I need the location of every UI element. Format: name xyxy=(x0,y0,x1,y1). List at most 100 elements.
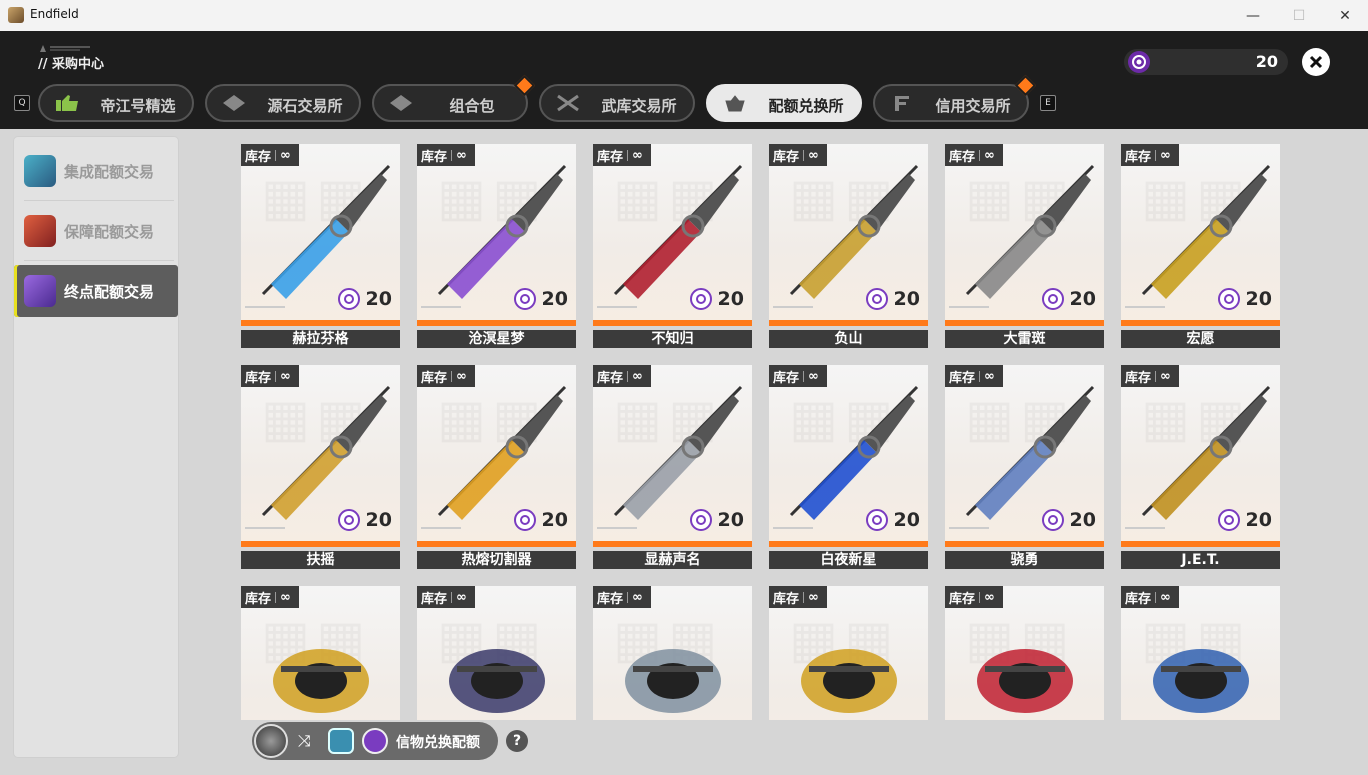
rarity-bar xyxy=(241,320,400,326)
tab-6[interactable]: 信用交易所 xyxy=(873,74,1037,122)
window-titlebar: Endfield — ☐ ✕ xyxy=(0,0,1368,32)
infinity-icon: ∞ xyxy=(808,589,819,605)
divider xyxy=(275,370,277,382)
page-title: // 采购中心 xyxy=(38,57,105,72)
quota-token-icon xyxy=(865,288,888,310)
stock-tag: 库存 ∞ xyxy=(593,586,651,608)
tab-2[interactable]: 源石交易所 xyxy=(205,84,361,122)
item-card-body: ▦ ▦库存∞ xyxy=(945,586,1104,720)
stock-tag: 库存 ∞ xyxy=(417,586,475,608)
quota-token-icon xyxy=(865,509,888,531)
infinity-icon: ∞ xyxy=(632,147,643,163)
price-value: 20 xyxy=(893,509,920,531)
token-exchange-button[interactable]: ⤨ 信物兑换配额 xyxy=(252,722,498,760)
item-card[interactable]: ▦ ▦库存∞20扶摇 xyxy=(241,365,400,569)
stock-label: 库存 xyxy=(597,370,624,386)
stock-label: 库存 xyxy=(597,591,624,607)
item-price: 20 xyxy=(689,507,744,533)
card-footer-line xyxy=(1125,527,1165,529)
rarity-bar xyxy=(945,320,1104,326)
minimize-button[interactable]: — xyxy=(1230,0,1276,31)
item-card[interactable]: ▦ ▦库存∞ xyxy=(1121,586,1280,720)
price-value: 20 xyxy=(541,288,568,310)
sidebar-item-integrated[interactable]: 集成配额交易 xyxy=(14,145,178,197)
rarity-bar xyxy=(1121,541,1280,547)
crossed-swords-icon xyxy=(557,94,579,112)
item-card[interactable]: ▦ ▦库存∞ xyxy=(593,586,752,720)
tab-5[interactable]: 配额兑换所 xyxy=(706,84,862,122)
stock-tag: 库存 ∞ xyxy=(769,365,827,387)
item-card[interactable]: ▦ ▦库存∞20负山 xyxy=(769,144,928,348)
tab-4[interactable]: 武库交易所 xyxy=(539,84,695,122)
item-card[interactable]: ▦ ▦库存∞20大雷斑 xyxy=(945,144,1104,348)
quota-token-icon xyxy=(362,728,388,754)
item-grid: ▦ ▦库存∞20赫拉芬格▦ ▦库存∞20沧溟星梦▦ ▦库存∞20不知归▦ ▦库存… xyxy=(241,144,1282,720)
item-card[interactable]: ▦ ▦库存∞20宏愿 xyxy=(1121,144,1280,348)
card-footer-line xyxy=(773,306,813,308)
item-card-body: ▦ ▦库存∞20 xyxy=(769,365,928,541)
window-close-button[interactable]: ✕ xyxy=(1322,0,1368,31)
item-card[interactable]: ▦ ▦库存∞20沧溟星梦 xyxy=(417,144,576,348)
maximize-button[interactable]: ☐ xyxy=(1276,0,1322,31)
price-value: 20 xyxy=(1245,288,1272,310)
item-card-body: ▦ ▦库存∞ xyxy=(241,586,400,720)
stock-label: 库存 xyxy=(949,370,976,386)
item-card-body: ▦ ▦库存∞20 xyxy=(593,365,752,541)
token-avatar-icon xyxy=(254,724,288,758)
stock-tag: 库存 ∞ xyxy=(241,144,299,166)
divider xyxy=(803,591,805,603)
rarity-bar xyxy=(769,541,928,547)
infinity-icon: ∞ xyxy=(456,368,467,384)
quota-token-icon xyxy=(1128,51,1150,73)
rarity-bar xyxy=(417,320,576,326)
price-value: 20 xyxy=(541,509,568,531)
originium-icon xyxy=(223,95,245,111)
item-card[interactable]: ▦ ▦库存∞ xyxy=(417,586,576,720)
quota-token-icon xyxy=(337,509,360,531)
item-card-body: ▦ ▦库存∞20 xyxy=(1121,144,1280,320)
item-card[interactable]: ▦ ▦库存∞20赫拉芬格 xyxy=(241,144,400,348)
item-card[interactable]: ▦ ▦库存∞20不知归 xyxy=(593,144,752,348)
item-card[interactable]: ▦ ▦库存∞ xyxy=(769,586,928,720)
sidebar-item-guarantee[interactable]: 保障配额交易 xyxy=(14,205,178,257)
rarity-bar xyxy=(417,541,576,547)
item-name: 负山 xyxy=(769,330,928,348)
quota-token-icon xyxy=(689,288,712,310)
quota-balance: 20 xyxy=(1124,49,1288,75)
item-card[interactable]: ▦ ▦库存∞ xyxy=(241,586,400,720)
infinity-icon: ∞ xyxy=(280,147,291,163)
card-footer-line xyxy=(597,306,637,308)
item-card[interactable]: ▦ ▦库存∞20J.E.T. xyxy=(1121,365,1280,569)
item-price: 20 xyxy=(513,507,568,533)
item-card[interactable]: ▦ ▦库存∞20骁勇 xyxy=(945,365,1104,569)
item-card[interactable]: ▦ ▦库存∞20热熔切割器 xyxy=(417,365,576,569)
price-value: 20 xyxy=(365,288,392,310)
close-icon xyxy=(1309,55,1323,69)
item-name: 扶摇 xyxy=(241,551,400,569)
divider xyxy=(627,591,629,603)
price-value: 20 xyxy=(717,509,744,531)
sidebar-item-terminal[interactable]: 终点配额交易 xyxy=(14,265,178,317)
item-price: 20 xyxy=(337,507,392,533)
divider xyxy=(451,149,453,161)
close-store-button[interactable] xyxy=(1302,48,1330,76)
infinity-icon: ∞ xyxy=(1160,589,1171,605)
price-value: 20 xyxy=(1069,288,1096,310)
quota-token-icon xyxy=(513,288,536,310)
app-icon xyxy=(8,7,24,23)
item-card[interactable]: ▦ ▦库存∞20白夜新星 xyxy=(769,365,928,569)
divider xyxy=(24,260,174,261)
new-badge-icon xyxy=(513,74,536,97)
item-card[interactable]: ▦ ▦库存∞20显赫声名 xyxy=(593,365,752,569)
divider xyxy=(979,149,981,161)
item-card-body: ▦ ▦库存∞ xyxy=(593,586,752,720)
item-name: 沧溟星梦 xyxy=(417,330,576,348)
stock-label: 库存 xyxy=(245,591,272,607)
card-footer-line xyxy=(245,527,285,529)
tab-3[interactable]: 组合包 xyxy=(372,74,536,122)
tab-1[interactable]: 帝江号精选 xyxy=(38,84,194,122)
item-card[interactable]: ▦ ▦库存∞ xyxy=(945,586,1104,720)
card-footer-line xyxy=(245,306,285,308)
tab-label: 组合包 xyxy=(449,97,495,115)
help-button[interactable]: ? xyxy=(506,730,528,752)
